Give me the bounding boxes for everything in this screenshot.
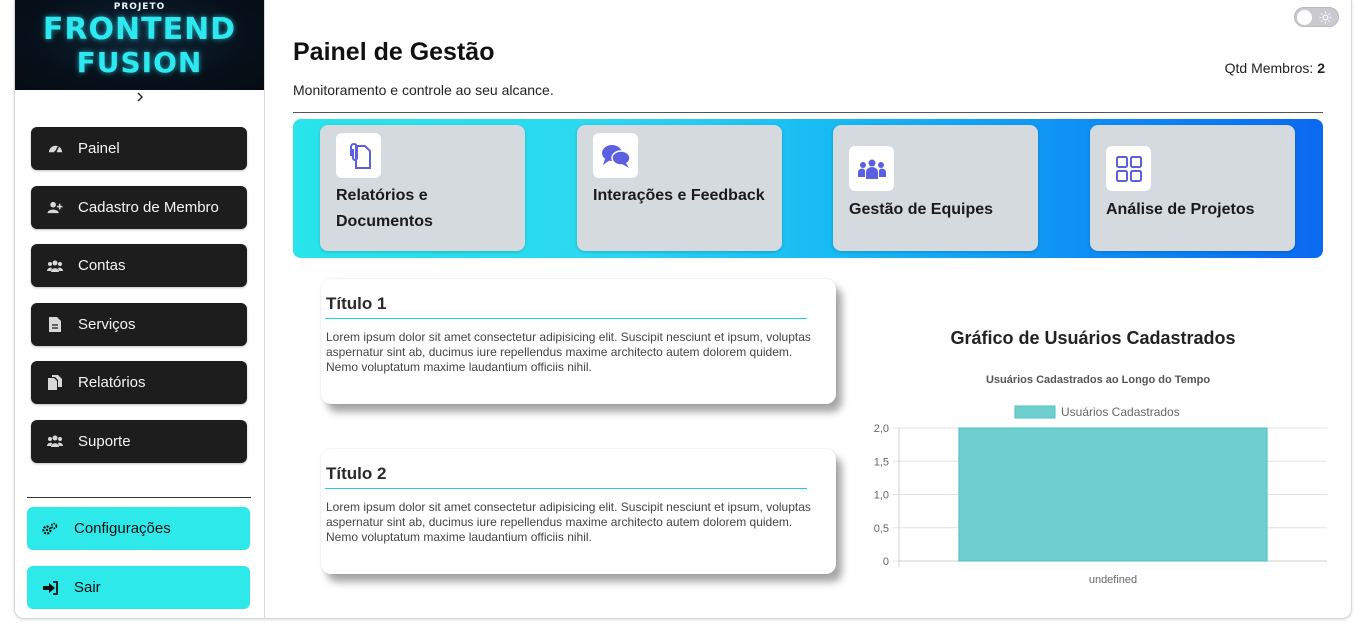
- sidebar-nav: Painel Cadastro de Membro Contas Serviço…: [31, 127, 247, 478]
- sidebar-item-label: Contas: [78, 257, 126, 274]
- chart-title: Usuários Cadastrados ao Longo do Tempo: [986, 374, 1210, 386]
- sidebar-item-label: Painel: [78, 140, 120, 157]
- text-card-rule: [325, 488, 807, 489]
- text-card-rule: [325, 318, 807, 319]
- y-tick-label: 1,0: [874, 490, 889, 502]
- chevron-right-icon[interactable]: [132, 89, 148, 105]
- y-tick-label: 0: [883, 556, 889, 568]
- card-analise[interactable]: Análise de Projetos: [1090, 125, 1295, 251]
- grid-icon: [1115, 155, 1142, 182]
- card-equipes[interactable]: Gestão de Equipes: [833, 125, 1038, 251]
- feature-banner: Relatórios e Documentos Interações e Fee…: [293, 119, 1323, 258]
- users-icon: [47, 433, 63, 449]
- settings-button[interactable]: Configurações: [27, 507, 250, 550]
- members-value: 2: [1317, 60, 1325, 76]
- copy-file-icon: [47, 375, 63, 391]
- sidebar: PROJETO FRONTEND FUSION Painel Cadastro …: [15, 0, 265, 618]
- toggle-knob: [1297, 10, 1312, 25]
- card-icon-box: [1106, 146, 1151, 191]
- text-card-1: Título 1 Lorem ipsum dolor sit amet cons…: [321, 279, 836, 404]
- logo-top-text: PROJETO: [113, 2, 166, 12]
- paperclip-file-icon: [349, 142, 371, 169]
- sun-icon: [1319, 11, 1332, 24]
- y-tick-label: 1,5: [874, 456, 889, 468]
- app-window: PROJETO FRONTEND FUSION Painel Cadastro …: [14, 0, 1352, 619]
- logout-button[interactable]: Sair: [27, 566, 250, 609]
- comments-icon: [601, 144, 631, 168]
- page-title: Painel de Gestão: [293, 38, 495, 66]
- sidebar-item-servicos[interactable]: Serviços: [31, 302, 247, 346]
- logo-line-2: FUSION: [76, 46, 203, 79]
- page-subtitle: Monitoramento e controle ao seu alcance.: [293, 82, 554, 98]
- bar: [958, 427, 1268, 562]
- legend-swatch: [1014, 405, 1056, 419]
- card-label: Análise de Projetos: [1106, 201, 1255, 218]
- logo-line-1: FRONTEND: [42, 12, 237, 47]
- theme-toggle[interactable]: [1294, 7, 1339, 27]
- card-icon-box: [849, 146, 894, 191]
- text-card-title: Título 2: [326, 464, 387, 483]
- sidebar-item-label: Suporte: [78, 432, 131, 450]
- chart-section-title: Gráfico de Usuários Cadastrados: [950, 328, 1236, 348]
- sidebar-item-contas[interactable]: Contas: [31, 244, 247, 287]
- card-icon-box: [593, 133, 638, 178]
- sidebar-divider: [27, 497, 251, 498]
- sidebar-item-suporte[interactable]: Suporte: [31, 419, 247, 463]
- sidebar-item-painel[interactable]: Painel: [31, 127, 247, 170]
- card-label: Interações e Feedback: [593, 187, 765, 204]
- sidebar-item-label: Serviços: [78, 315, 136, 333]
- y-tick-label: 2,0: [874, 423, 889, 435]
- settings-label: Configurações: [74, 520, 171, 537]
- x-tick-label: undefined: [1089, 574, 1137, 586]
- people-group-icon: [857, 159, 886, 179]
- gauge-icon: [47, 141, 63, 157]
- sidebar-item-label: Cadastro de Membro: [78, 198, 219, 216]
- users-icon: [47, 258, 63, 274]
- y-tick-label: 0,5: [874, 523, 889, 535]
- logout-label: Sair: [74, 579, 101, 596]
- user-plus-icon: [47, 199, 63, 215]
- text-card-body: Lorem ipsum dolor sit amet consectetur a…: [326, 500, 811, 544]
- text-card-body: Lorem ipsum dolor sit amet consectetur a…: [326, 330, 811, 374]
- members-count: Qtd Membros: 2: [1225, 60, 1325, 76]
- sidebar-item-cadastro[interactable]: Cadastro de Membro: [31, 185, 247, 229]
- card-label: Relatórios e Documentos: [336, 187, 433, 230]
- file-icon: [47, 316, 63, 332]
- header-divider: [293, 112, 1323, 113]
- sign-out-icon: [42, 580, 58, 596]
- sidebar-item-relatorios[interactable]: Relatórios: [31, 361, 247, 404]
- main-content: Painel de Gestão Monitoramento e control…: [265, 0, 1351, 618]
- card-relatorios[interactable]: Relatórios e Documentos: [320, 125, 525, 251]
- card-label: Gestão de Equipes: [849, 201, 994, 218]
- legend-label: Usuários Cadastrados: [1061, 405, 1180, 419]
- bar-chart: Usuários Cadastrados ao Longo do Tempo Us…: [874, 374, 1327, 586]
- gears-icon: [42, 521, 58, 537]
- text-card-2: Título 2 Lorem ipsum dolor sit amet cons…: [321, 449, 836, 574]
- chart-container: Usuários Cadastrados ao Longo do Tempo Us…: [855, 360, 1335, 600]
- members-label: Qtd Membros:: [1224, 60, 1314, 76]
- logo: PROJETO FRONTEND FUSION: [15, 0, 264, 90]
- card-icon-box: [336, 133, 381, 178]
- card-interacoes[interactable]: Interações e Feedback: [577, 125, 782, 251]
- sidebar-item-label: Relatórios: [78, 374, 146, 391]
- text-card-title: Título 1: [326, 294, 387, 313]
